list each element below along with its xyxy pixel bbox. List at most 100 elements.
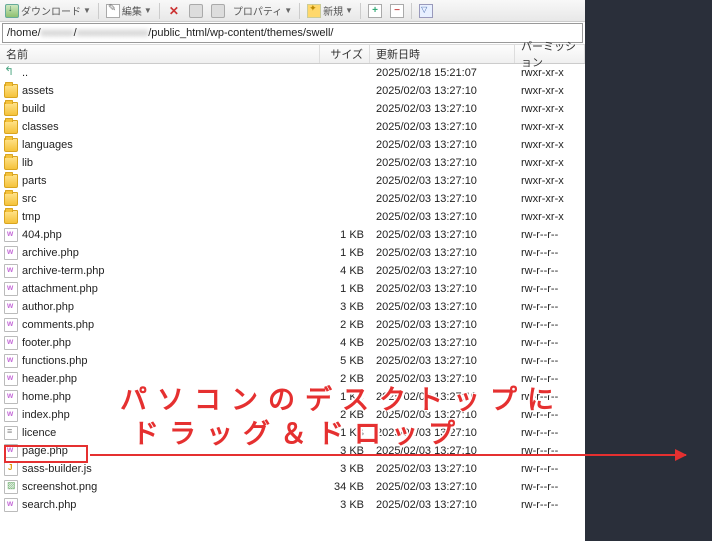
file-size: 1 KB — [320, 283, 370, 295]
file-date: 2025/02/03 13:27:10 — [370, 265, 515, 277]
file-row[interactable]: sass-builder.js3 KB2025/02/03 13:27:10rw… — [0, 460, 585, 478]
file-row[interactable]: licence1 KB2025/02/03 13:27:10rw-r--r-- — [0, 424, 585, 442]
file-name: archive.php — [22, 247, 79, 259]
file-row[interactable]: author.php3 KB2025/02/03 13:27:10rw-r--r… — [0, 298, 585, 316]
file-name: licence — [22, 427, 56, 439]
file-row[interactable]: index.php2 KB2025/02/03 13:27:10rw-r--r-… — [0, 406, 585, 424]
file-name: classes — [22, 121, 59, 133]
file-row[interactable]: comments.php2 KB2025/02/03 13:27:10rw-r-… — [0, 316, 585, 334]
file-perm: rwxr-xr-x — [515, 211, 585, 223]
file-row[interactable]: screenshot.png34 KB2025/02/03 13:27:10rw… — [0, 478, 585, 496]
file-date: 2025/02/03 13:27:10 — [370, 85, 515, 97]
path-bar[interactable]: /home/xxxxxx/xxxxxxxxxxxxx/public_html/w… — [2, 23, 583, 43]
php-icon — [4, 318, 18, 332]
file-name: parts — [22, 175, 46, 187]
collapse-button[interactable]: − — [387, 3, 407, 19]
file-name: sass-builder.js — [22, 463, 92, 475]
file-perm: rwxr-xr-x — [515, 67, 585, 79]
file-perm: rw-r--r-- — [515, 319, 585, 331]
php-icon — [4, 282, 18, 296]
file-row[interactable]: lib2025/02/03 13:27:10rwxr-xr-x — [0, 154, 585, 172]
file-row[interactable]: archive-term.php4 KB2025/02/03 13:27:10r… — [0, 262, 585, 280]
file-date: 2025/02/03 13:27:10 — [370, 121, 515, 133]
png-icon — [4, 480, 18, 494]
file-row[interactable]: src2025/02/03 13:27:10rwxr-xr-x — [0, 190, 585, 208]
php-icon — [4, 498, 18, 512]
file-row[interactable]: header.php2 KB2025/02/03 13:27:10rw-r--r… — [0, 370, 585, 388]
file-size: 3 KB — [320, 499, 370, 511]
file-row[interactable]: parts2025/02/03 13:27:10rwxr-xr-x — [0, 172, 585, 190]
php-icon — [4, 390, 18, 404]
folder-icon — [4, 138, 18, 152]
path-blur: xxxxxxxxxxxxx — [77, 27, 149, 39]
file-row[interactable]: languages2025/02/03 13:27:10rwxr-xr-x — [0, 136, 585, 154]
header-date[interactable]: 更新日時 — [370, 45, 515, 63]
file-perm: rwxr-xr-x — [515, 157, 585, 169]
file-row[interactable]: search.php3 KB2025/02/03 13:27:10rw-r--r… — [0, 496, 585, 514]
file-row[interactable]: classes 2025/02/03 13:27:10rwxr-xr-x — [0, 118, 585, 136]
file-date: 2025/02/18 15:21:07 — [370, 67, 515, 79]
file-row[interactable]: attachment.php1 KB2025/02/03 13:27:10rw-… — [0, 280, 585, 298]
file-size: 2 KB — [320, 319, 370, 331]
file-date: 2025/02/03 13:27:10 — [370, 373, 515, 385]
file-size: 1 KB — [320, 247, 370, 259]
file-row[interactable]: ..2025/02/18 15:21:07rwxr-xr-x — [0, 64, 585, 82]
download-icon — [5, 4, 19, 18]
file-date: 2025/02/03 13:27:10 — [370, 355, 515, 367]
file-perm: rw-r--r-- — [515, 499, 585, 511]
file-date: 2025/02/03 13:27:10 — [370, 247, 515, 259]
file-date: 2025/02/03 13:27:10 — [370, 427, 515, 439]
file-row[interactable]: tmp2025/02/03 13:27:10rwxr-xr-x — [0, 208, 585, 226]
file-date: 2025/02/03 13:27:10 — [370, 391, 515, 403]
file-name: comments.php — [22, 319, 94, 331]
misc-icon — [211, 4, 225, 18]
file-row[interactable]: assets2025/02/03 13:27:10rwxr-xr-x — [0, 82, 585, 100]
php-icon — [4, 300, 18, 314]
file-date: 2025/02/03 13:27:10 — [370, 301, 515, 313]
file-size: 4 KB — [320, 337, 370, 349]
file-size: 2 KB — [320, 409, 370, 421]
php-icon — [4, 336, 18, 350]
file-row[interactable]: home.php1 KB2025/02/03 13:27:10rw-r--r-- — [0, 388, 585, 406]
delete-button[interactable]: ✕ — [164, 3, 184, 19]
header-size[interactable]: サイズ — [320, 45, 370, 63]
file-row[interactable]: build2025/02/03 13:27:10rwxr-xr-x — [0, 100, 585, 118]
expand-button[interactable]: + — [365, 3, 385, 19]
php-icon — [4, 444, 18, 458]
new-button[interactable]: 新規 ▼ — [304, 2, 356, 19]
file-size: 4 KB — [320, 265, 370, 277]
edit-button[interactable]: 編集 ▼ — [103, 2, 155, 19]
file-row[interactable]: footer.php4 KB2025/02/03 13:27:10rw-r--r… — [0, 334, 585, 352]
php-icon — [4, 372, 18, 386]
file-row[interactable]: page.php3 KB2025/02/03 13:27:10rw-r--r-- — [0, 442, 585, 460]
file-name: languages — [22, 139, 73, 151]
file-list[interactable]: ..2025/02/18 15:21:07rwxr-xr-x assets 2025… — [0, 64, 585, 541]
file-name: attachment.php — [22, 283, 98, 295]
file-name: assets — [22, 85, 54, 97]
file-date: 2025/02/03 13:27:10 — [370, 283, 515, 295]
new-folder-icon — [307, 4, 321, 18]
file-row[interactable]: archive.php1 KB2025/02/03 13:27:10rw-r--… — [0, 244, 585, 262]
properties-label: プロパティ — [233, 3, 282, 18]
separator — [98, 3, 99, 19]
misc-button-1[interactable] — [186, 3, 206, 19]
file-date: 2025/02/03 13:27:10 — [370, 175, 515, 187]
filter-button[interactable] — [416, 3, 436, 19]
file-date: 2025/02/03 13:27:10 — [370, 193, 515, 205]
file-date: 2025/02/03 13:27:10 — [370, 139, 515, 151]
delete-icon: ✕ — [167, 4, 181, 18]
file-name: author.php — [22, 301, 74, 313]
misc-button-2[interactable] — [208, 3, 228, 19]
file-perm: rwxr-xr-x — [515, 193, 585, 205]
header-perm[interactable]: パーミッション — [515, 45, 585, 63]
plus-icon: + — [368, 4, 382, 18]
file-name: index.php — [22, 409, 70, 421]
file-row[interactable]: 404.php1 KB2025/02/03 13:27:10rw-r--r-- — [0, 226, 585, 244]
up-icon — [4, 66, 18, 80]
file-row[interactable]: functions.php5 KB2025/02/03 13:27:10rw-r… — [0, 352, 585, 370]
file-perm: rwxr-xr-x — [515, 121, 585, 133]
file-date: 2025/02/03 13:27:10 — [370, 103, 515, 115]
header-name[interactable]: 名前 — [0, 45, 320, 63]
download-button[interactable]: ダウンロード ▼ — [2, 2, 94, 19]
properties-button[interactable]: プロパティ ▼ — [230, 2, 295, 19]
